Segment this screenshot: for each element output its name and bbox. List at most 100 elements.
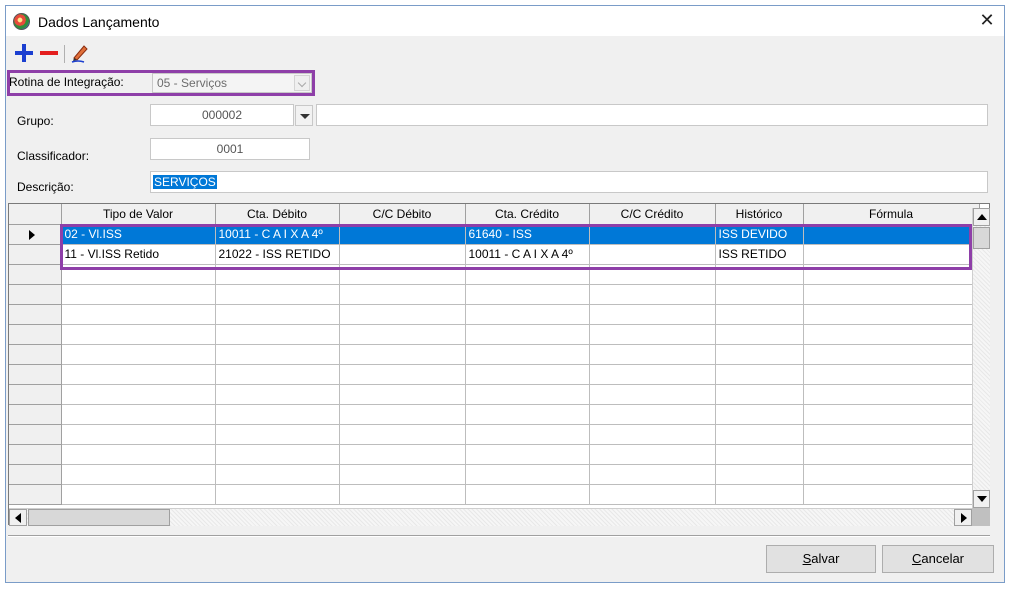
- col-header-cc-credito[interactable]: C/C Crédito: [589, 204, 716, 225]
- col-header-cta-debito[interactable]: Cta. Débito: [215, 204, 340, 225]
- horizontal-scrollbar[interactable]: [9, 508, 972, 526]
- descricao-field[interactable]: SERVIÇOS: [150, 171, 988, 193]
- empty-cell: [215, 364, 340, 385]
- lancamento-grid[interactable]: Tipo de Valor Cta. Débito C/C Débito Cta…: [8, 203, 990, 525]
- table-row[interactable]: 02 - Vl.ISS 10011 - C A I X A 4º 61640 -…: [9, 224, 980, 245]
- empty-cell: [215, 324, 340, 345]
- cell-tipo-valor[interactable]: 11 - Vl.ISS Retido: [61, 244, 216, 265]
- cancelar-button[interactable]: Cancelar: [882, 545, 994, 573]
- table-row-empty: [9, 284, 980, 305]
- descricao-value: SERVIÇOS: [153, 175, 217, 189]
- scroll-left-icon[interactable]: [9, 509, 27, 526]
- empty-cell: [61, 464, 216, 485]
- grupo-label: Grupo:: [17, 114, 54, 128]
- cell-cta-debito[interactable]: 21022 - ISS RETIDO: [215, 244, 340, 265]
- cell-cc-credito[interactable]: [589, 244, 716, 265]
- cell-historico[interactable]: ISS RETIDO: [715, 244, 804, 265]
- col-header-historico[interactable]: Histórico: [715, 204, 804, 225]
- empty-cell: [589, 444, 716, 465]
- table-row-empty: [9, 384, 980, 405]
- empty-cell: [339, 444, 466, 465]
- empty-cell: [465, 404, 590, 425]
- cell-cta-credito[interactable]: 10011 - C A I X A 4º: [465, 244, 590, 265]
- empty-cell: [589, 264, 716, 285]
- scroll-down-icon[interactable]: [973, 490, 990, 508]
- empty-cell: [803, 324, 980, 345]
- empty-cell: [589, 324, 716, 345]
- row-indicator: [9, 424, 62, 445]
- row-indicator: [9, 224, 62, 245]
- cell-cc-debito[interactable]: [339, 224, 466, 245]
- empty-cell: [215, 424, 340, 445]
- plus-icon[interactable]: [14, 43, 34, 63]
- classificador-field[interactable]: 0001: [150, 138, 310, 160]
- cell-cc-credito[interactable]: [589, 224, 716, 245]
- cell-cta-debito[interactable]: 10011 - C A I X A 4º: [215, 224, 340, 245]
- empty-cell: [61, 404, 216, 425]
- empty-cell: [215, 284, 340, 305]
- empty-cell: [215, 384, 340, 405]
- empty-cell: [715, 424, 804, 445]
- chevron-down-icon[interactable]: [294, 75, 310, 91]
- row-indicator: [9, 244, 62, 265]
- salvar-button[interactable]: Salvar: [766, 545, 876, 573]
- cell-cc-debito[interactable]: [339, 244, 466, 265]
- table-row-empty: [9, 264, 980, 285]
- row-indicator: [9, 484, 62, 505]
- cell-formula[interactable]: [803, 244, 980, 265]
- table-row-empty: [9, 324, 980, 345]
- grupo-dropdown-icon[interactable]: [295, 105, 313, 126]
- empty-cell: [715, 324, 804, 345]
- cell-cta-credito[interactable]: 61640 - ISS: [465, 224, 590, 245]
- minus-icon[interactable]: [39, 43, 59, 63]
- table-row[interactable]: 11 - Vl.ISS Retido 21022 - ISS RETIDO 10…: [9, 244, 980, 265]
- empty-cell: [589, 424, 716, 445]
- empty-cell: [589, 484, 716, 505]
- current-row-arrow-icon: [29, 229, 35, 240]
- col-header-cc-debito[interactable]: C/C Débito: [339, 204, 466, 225]
- empty-cell: [339, 364, 466, 385]
- empty-cell: [465, 364, 590, 385]
- empty-cell: [803, 364, 980, 385]
- empty-cell: [465, 324, 590, 345]
- empty-cell: [715, 284, 804, 305]
- empty-cell: [61, 484, 216, 505]
- col-header-formula[interactable]: Fórmula: [803, 204, 980, 225]
- row-indicator: [9, 304, 62, 325]
- cell-formula[interactable]: [803, 224, 980, 245]
- table-row-empty: [9, 344, 980, 365]
- rotina-value: 05 - Serviços: [157, 76, 228, 90]
- vertical-scroll-thumb[interactable]: [973, 227, 990, 249]
- empty-cell: [339, 264, 466, 285]
- table-row-empty: [9, 464, 980, 485]
- horizontal-scroll-thumb[interactable]: [28, 509, 170, 526]
- col-header-tipo-valor[interactable]: Tipo de Valor: [61, 204, 216, 225]
- vertical-scrollbar[interactable]: [972, 208, 990, 508]
- empty-cell: [803, 424, 980, 445]
- empty-cell: [803, 444, 980, 465]
- row-indicator: [9, 404, 62, 425]
- grupo-field[interactable]: 000002: [150, 104, 294, 126]
- empty-cell: [339, 484, 466, 505]
- pencil-icon[interactable]: [70, 43, 90, 63]
- close-icon[interactable]: ✕: [970, 6, 1004, 36]
- scroll-up-icon[interactable]: [973, 208, 990, 226]
- cancelar-mnemonic: C: [911, 551, 922, 566]
- grupo-description-field[interactable]: [316, 104, 988, 126]
- classificador-label: Classificador:: [17, 149, 90, 163]
- col-header-cta-credito[interactable]: Cta. Crédito: [465, 204, 590, 225]
- empty-cell: [715, 384, 804, 405]
- empty-cell: [215, 464, 340, 485]
- empty-cell: [61, 424, 216, 445]
- descricao-label: Descrição:: [17, 180, 74, 194]
- rotina-select[interactable]: 05 - Serviços: [152, 73, 312, 93]
- cell-historico[interactable]: ISS DEVIDO: [715, 224, 804, 245]
- cell-tipo-valor[interactable]: 02 - Vl.ISS: [61, 224, 216, 245]
- scroll-right-icon[interactable]: [954, 509, 972, 526]
- salvar-mnemonic: S: [802, 551, 812, 566]
- empty-cell: [215, 344, 340, 365]
- grid-header-row: Tipo de Valor Cta. Débito C/C Débito Cta…: [9, 204, 980, 225]
- empty-cell: [339, 384, 466, 405]
- row-indicator: [9, 284, 62, 305]
- grid-corner-header: [9, 204, 62, 225]
